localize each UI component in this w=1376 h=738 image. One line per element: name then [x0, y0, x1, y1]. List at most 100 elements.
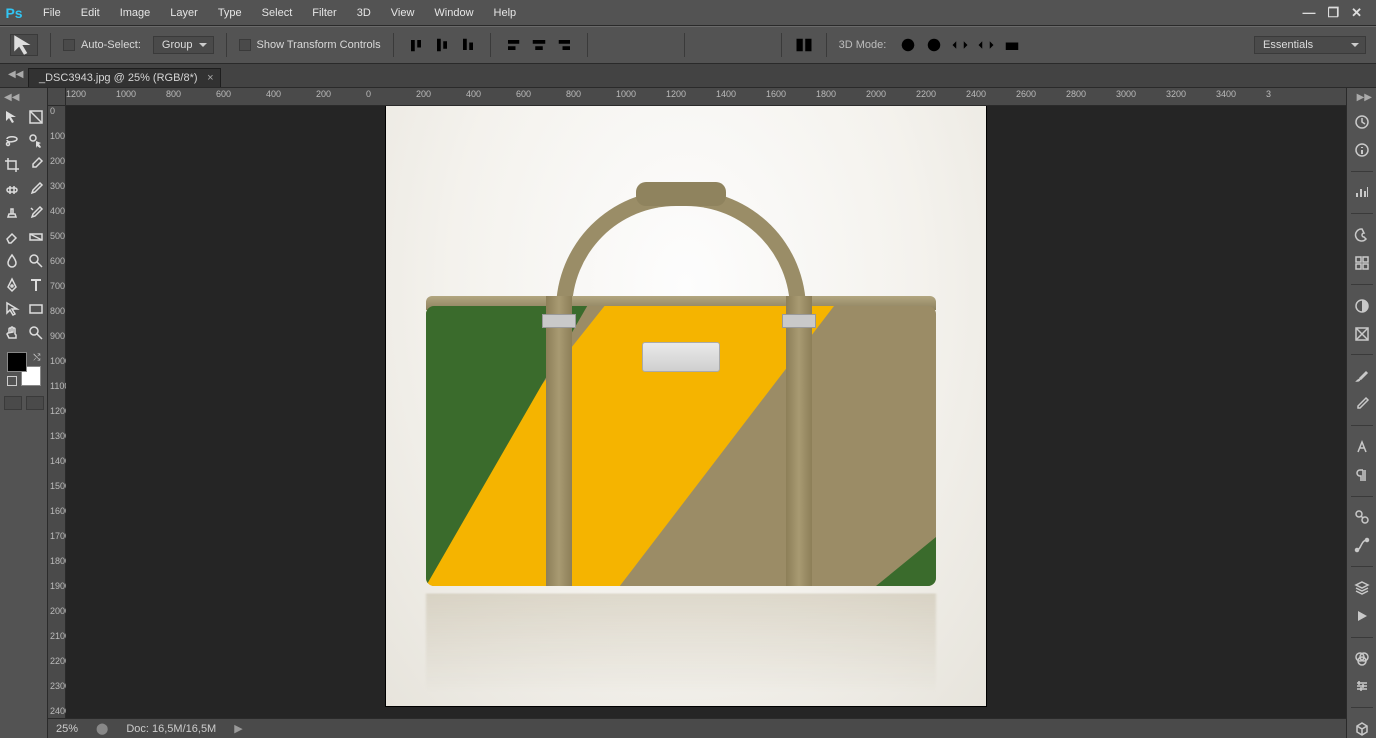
align-left-icon[interactable]: [503, 35, 523, 55]
auto-select-checkbox[interactable]: Auto-Select:: [63, 39, 141, 51]
menu-view[interactable]: View: [382, 0, 424, 26]
align-right-icon[interactable]: [555, 35, 575, 55]
brush-tool[interactable]: [25, 178, 47, 200]
separator: [781, 33, 782, 57]
ruler-origin[interactable]: [48, 88, 66, 106]
color-panel-icon[interactable]: [1352, 226, 1372, 244]
type-tool[interactable]: [25, 274, 47, 296]
menu-layer[interactable]: Layer: [161, 0, 207, 26]
pen-tool[interactable]: [1, 274, 23, 296]
menu-3d[interactable]: 3D: [348, 0, 380, 26]
3d-scale-icon[interactable]: [1002, 35, 1022, 55]
status-globe-icon[interactable]: ⬤: [96, 722, 108, 735]
menu-select[interactable]: Select: [253, 0, 302, 26]
color-swatches[interactable]: ⤭: [7, 352, 41, 386]
info-panel-icon[interactable]: [1352, 141, 1372, 159]
3d-pan-icon[interactable]: [950, 35, 970, 55]
adjustments-panel-icon[interactable]: [1352, 297, 1372, 315]
auto-align-icon[interactable]: [794, 35, 814, 55]
paragraph-panel-icon[interactable]: [1352, 466, 1372, 484]
blur-tool[interactable]: [1, 250, 23, 272]
quickmask-toggle[interactable]: [4, 396, 22, 410]
character-panel-icon[interactable]: [1352, 438, 1372, 456]
path-select-tool[interactable]: [1, 298, 23, 320]
close-button[interactable]: ✕: [1351, 5, 1362, 21]
eraser-tool[interactable]: [1, 226, 23, 248]
brush-presets-panel-icon[interactable]: [1352, 395, 1372, 413]
move-tool[interactable]: [1, 106, 23, 128]
properties-panel-icon[interactable]: [1352, 677, 1372, 695]
collapse-dock-icon[interactable]: ▶▶: [1357, 92, 1372, 103]
menu-file[interactable]: File: [34, 0, 70, 26]
hand-tool[interactable]: [1, 322, 23, 344]
ruler-vertical[interactable]: 0100200300400500600700800900100011001200…: [48, 106, 66, 718]
status-docsize[interactable]: Doc: 16,5M/16,5M: [126, 723, 216, 735]
quick-select-tool[interactable]: [25, 130, 47, 152]
minimize-button[interactable]: —: [1302, 5, 1315, 21]
status-zoom[interactable]: 25%: [56, 723, 78, 735]
auto-select-label: Auto-Select:: [81, 39, 141, 51]
collapse-tools-icon[interactable]: ◀◀: [4, 92, 19, 104]
actions-panel-icon[interactable]: [1352, 607, 1372, 625]
menu-image[interactable]: Image: [111, 0, 160, 26]
swap-colors-icon[interactable]: ⤭: [33, 352, 40, 363]
ruler-horizontal[interactable]: 1200100080060040020002004006008001000120…: [48, 88, 1346, 106]
distribute-left-icon[interactable]: [697, 35, 717, 55]
canvas-viewport[interactable]: [66, 106, 1346, 718]
eyedropper-tool[interactable]: [25, 154, 47, 176]
paths-panel-icon[interactable]: [1352, 536, 1372, 554]
menu-filter[interactable]: Filter: [303, 0, 345, 26]
foreground-color-swatch[interactable]: [7, 352, 27, 372]
styles-panel-icon[interactable]: [1352, 325, 1372, 343]
healing-brush-tool[interactable]: [1, 178, 23, 200]
dodge-tool[interactable]: [25, 250, 47, 272]
active-tool-indicator[interactable]: [10, 34, 38, 56]
menu-edit[interactable]: Edit: [72, 0, 109, 26]
artboard-tool[interactable]: [25, 106, 47, 128]
canvas[interactable]: [386, 106, 986, 706]
align-hcenter-icon[interactable]: [529, 35, 549, 55]
distribute-bottom-icon[interactable]: [652, 35, 672, 55]
status-flyout-icon[interactable]: ▶: [234, 722, 242, 735]
clone-stamp-tool[interactable]: [1, 202, 23, 224]
collapse-left-icon[interactable]: ◀◀: [8, 69, 22, 83]
histogram-panel-icon[interactable]: [1352, 184, 1372, 202]
brushes-panel-icon[interactable]: [1352, 367, 1372, 385]
distribute-vcenter-icon[interactable]: [626, 35, 646, 55]
main-area: ◀◀ ⤭: [0, 88, 1376, 738]
menu-help[interactable]: Help: [485, 0, 526, 26]
layers-panel-icon[interactable]: [1352, 579, 1372, 597]
document-tab[interactable]: _DSC3943.jpg @ 25% (RGB/8*) ×: [28, 68, 221, 87]
gradient-tool[interactable]: [25, 226, 47, 248]
workspace-dropdown[interactable]: Essentials: [1254, 36, 1366, 54]
3d-slide-icon[interactable]: [976, 35, 996, 55]
distribute-top-icon[interactable]: [600, 35, 620, 55]
rectangle-tool[interactable]: [25, 298, 47, 320]
align-top-icon[interactable]: [406, 35, 426, 55]
align-group-1: [406, 35, 478, 55]
align-bottom-icon[interactable]: [458, 35, 478, 55]
zoom-tool[interactable]: [25, 322, 47, 344]
maximize-button[interactable]: ❐: [1327, 5, 1339, 21]
history-panel-icon[interactable]: [1352, 113, 1372, 131]
distribute-right-icon[interactable]: [749, 35, 769, 55]
3d-roll-icon[interactable]: [924, 35, 944, 55]
menu-window[interactable]: Window: [425, 0, 482, 26]
default-colors-icon[interactable]: [7, 376, 17, 386]
align-vcenter-icon[interactable]: [432, 35, 452, 55]
menu-type[interactable]: Type: [209, 0, 251, 26]
distribute-hcenter-icon[interactable]: [723, 35, 743, 55]
clone-source-panel-icon[interactable]: [1352, 508, 1372, 526]
show-transform-checkbox[interactable]: Show Transform Controls: [239, 39, 381, 51]
auto-select-dropdown[interactable]: Group: [153, 36, 214, 54]
swatches-panel-icon[interactable]: [1352, 254, 1372, 272]
history-brush-tool[interactable]: [25, 202, 47, 224]
crop-tool[interactable]: [1, 154, 23, 176]
screenmode-toggle[interactable]: [26, 396, 44, 410]
3d-panel-icon[interactable]: [1352, 720, 1372, 738]
channels-panel-icon[interactable]: [1352, 650, 1372, 668]
ruler-h-tick: 2000: [866, 89, 886, 99]
close-tab-icon[interactable]: ×: [207, 72, 213, 84]
lasso-tool[interactable]: [1, 130, 23, 152]
3d-orbit-icon[interactable]: [898, 35, 918, 55]
